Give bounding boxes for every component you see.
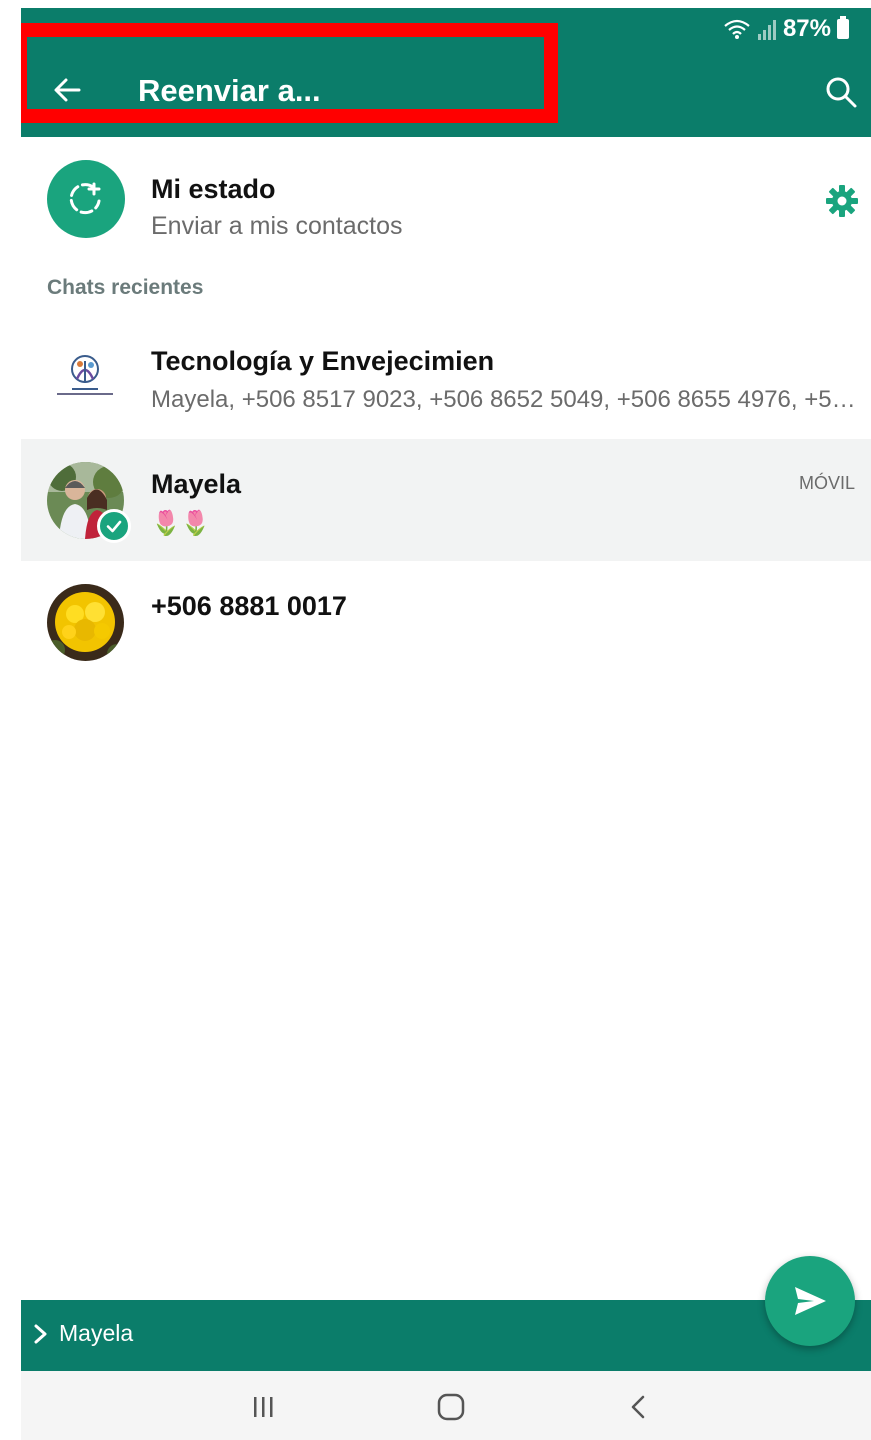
chevron-right-icon: [34, 1324, 47, 1343]
selection-bar: Mayela: [21, 1300, 871, 1371]
signal-icon: [757, 18, 777, 40]
selected-contact-name: Mayela: [59, 1320, 134, 1346]
search-icon: [826, 77, 857, 108]
chat-name: Tecnología y Envejecimien: [151, 346, 495, 376]
search-button[interactable]: [821, 72, 861, 112]
status-bar: 87%: [723, 14, 849, 44]
send-icon: [795, 1287, 826, 1315]
battery-percent: 87%: [782, 15, 831, 42]
arrow-back-icon: [54, 78, 81, 102]
gear-icon[interactable]: [825, 184, 859, 218]
status-add-icon: [47, 160, 125, 238]
my-status-subtitle: Enviar a mis contactos: [151, 212, 403, 240]
chat-status-text: 🌷🌷: [151, 510, 211, 537]
selected-contacts[interactable]: Mayela: [33, 1320, 133, 1347]
recents-button[interactable]: [245, 1389, 281, 1425]
chat-row-phone[interactable]: +506 8881 0017: [21, 561, 871, 683]
back-button[interactable]: [49, 72, 85, 108]
avatar: [47, 584, 124, 661]
chat-name: +506 8881 0017: [151, 591, 347, 621]
contact-type-label: MÓVIL: [798, 473, 855, 493]
page: 87% Reenviar a... Mi estado Enviar a mis…: [0, 0, 871, 1440]
recents-icon: [254, 1397, 273, 1417]
chat-members: Mayela, +506 8517 9023, +506 8652 5049, …: [151, 386, 856, 413]
page-title: Reenviar a...: [138, 73, 321, 108]
phone-screen: 87% Reenviar a... Mi estado Enviar a mis…: [21, 8, 871, 1440]
my-status-row[interactable]: Mi estado Enviar a mis contactos: [21, 137, 871, 261]
wifi-icon: [723, 18, 751, 40]
home-button[interactable]: [433, 1389, 469, 1425]
home-icon: [437, 1393, 465, 1421]
app-bar: 87% Reenviar a...: [21, 8, 871, 137]
send-button[interactable]: [765, 1256, 855, 1346]
section-header-recent-chats: Chats recientes: [47, 276, 204, 299]
nav-back-button[interactable]: [621, 1389, 657, 1425]
chat-row-mayela[interactable]: Mayela MÓVIL 🌷🌷: [21, 439, 871, 561]
chat-row-group[interactable]: Tecnología y Envejecimien Mayela, +506 8…: [21, 316, 871, 438]
group-logo: [47, 339, 124, 416]
system-nav-bar: [21, 1371, 871, 1440]
battery-icon: [837, 16, 849, 39]
nav-back-icon: [631, 1395, 645, 1419]
selected-check-icon: [97, 509, 131, 543]
chat-name: Mayela: [151, 469, 242, 499]
my-status-title: Mi estado: [151, 174, 276, 204]
